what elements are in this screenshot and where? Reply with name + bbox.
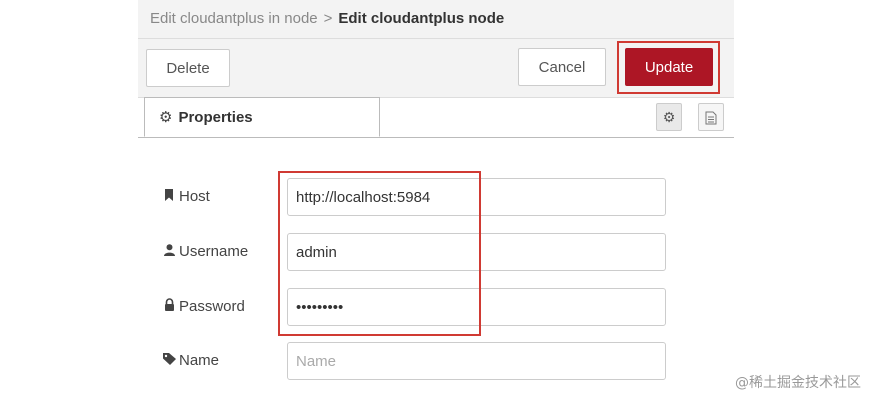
name-label: Name (162, 352, 219, 369)
update-button-highlight (617, 41, 720, 94)
name-input[interactable] (287, 342, 666, 380)
settings-tab-button[interactable]: ⚙ (656, 103, 682, 131)
tab-properties-label: Properties (178, 109, 253, 126)
tab-properties[interactable]: ⚙ Properties (144, 97, 380, 137)
breadcrumb-current: Edit cloudantplus node (338, 10, 505, 27)
gear-icon: ⚙ (159, 109, 173, 126)
lock-icon (162, 298, 176, 314)
password-label: Password (162, 298, 245, 315)
bookmark-icon (162, 189, 176, 204)
watermark: @稀土掘金技术社区 (735, 375, 861, 391)
name-label-text: Name (179, 352, 220, 369)
username-label-text: Username (179, 243, 249, 260)
tag-icon (162, 353, 176, 368)
breadcrumb-parent[interactable]: Edit cloudantplus in node (150, 10, 318, 27)
password-label-text: Password (179, 298, 245, 315)
gear-icon: ⚙ (662, 109, 676, 125)
dialog-title-bar: Edit cloudantplus in node > Edit cloudantp… (138, 0, 734, 39)
edit-node-dialog: Edit cloudantplus in node > Edit cloudantp… (138, 0, 734, 398)
description-tab-button[interactable] (698, 103, 724, 131)
cancel-button[interactable]: Cancel (518, 48, 606, 86)
username-label: Username (162, 243, 248, 260)
breadcrumb: Edit cloudantplus in node > Edit cloudantp… (150, 10, 504, 27)
host-label-text: Host (179, 188, 210, 205)
fields-highlight (278, 171, 481, 336)
file-text-icon (705, 111, 717, 125)
name-row: Name (138, 342, 734, 382)
breadcrumb-separator: > (323, 10, 333, 27)
delete-button[interactable]: Delete (146, 49, 230, 87)
tab-bar: ⚙ Properties ⚙ (138, 97, 734, 138)
user-icon (162, 244, 176, 259)
host-label: Host (162, 188, 210, 205)
